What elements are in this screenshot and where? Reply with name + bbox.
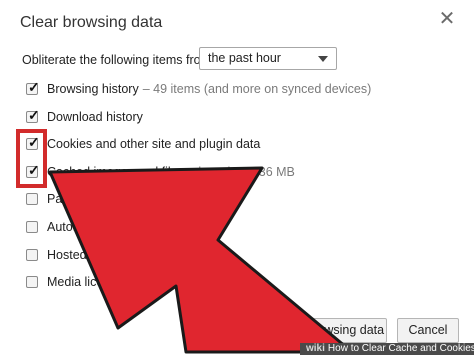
annotation-overlay	[16, 129, 354, 354]
arrow-icon	[48, 166, 354, 354]
wikihow-logo: wiki	[306, 343, 325, 354]
highlight-box	[16, 129, 47, 188]
caption-text: How to Clear Cache and Cookies	[327, 343, 474, 354]
caption-bar: wiki How to Clear Cache and Cookies	[300, 343, 474, 355]
